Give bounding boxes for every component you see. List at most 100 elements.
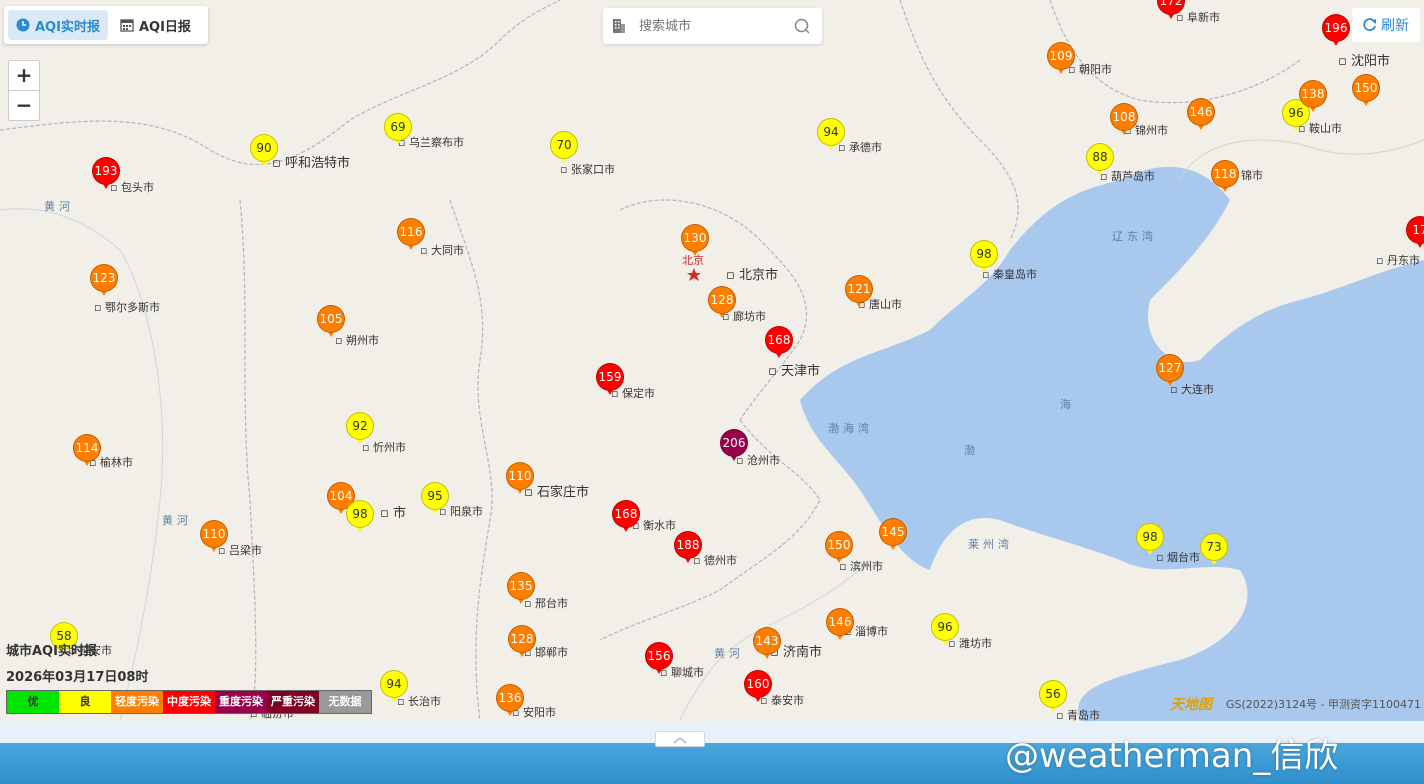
aqi-marker[interactable]: 109 [1047,42,1075,78]
aqi-marker[interactable]: 172 [1157,0,1185,23]
aqi-marker[interactable]: 98 [970,240,998,276]
aqi-marker[interactable]: 95 [421,482,449,518]
aqi-marker[interactable]: 206 [720,429,748,465]
refresh-label: 刷新 [1381,18,1409,34]
aqi-marker[interactable]: 121 [845,275,873,311]
aqi-marker[interactable]: 105 [317,305,345,341]
aqi-value: 130 [681,224,709,252]
aqi-marker[interactable]: 92 [346,412,374,448]
aqi-marker[interactable]: 128 [508,625,536,661]
aqi-value: 128 [508,625,536,653]
aqi-marker[interactable]: 108 [1110,103,1138,139]
aqi-value: 143 [753,627,781,655]
aqi-marker[interactable]: 94 [817,118,845,154]
aqi-marker[interactable]: 116 [397,218,425,254]
city-search [603,8,822,44]
city-label: ▫ 大同市 [420,244,464,257]
map-view[interactable]: 辽东湾 渤海湾渤海莱州湾 黄河 黄河 黄河 ▫ 包头市 ▫ 呼和浩特市 ▫ 乌兰察布市 ▫ 张… [0,0,1424,721]
aqi-marker[interactable]: 196 [1322,14,1350,50]
zoom-control: + − [8,60,40,121]
aqi-value: 110 [200,520,228,548]
aqi-marker[interactable]: 70 [550,131,578,167]
aqi-marker[interactable]: 98 [1136,523,1164,559]
zoom-out-button[interactable]: − [9,90,39,120]
legend-item: 严重污染 [267,691,319,713]
aqi-value: 94 [817,118,845,146]
aqi-value: 160 [744,670,772,698]
aqi-marker[interactable]: 188 [674,531,702,567]
aqi-marker[interactable]: 143 [753,627,781,663]
aqi-marker[interactable]: 136 [496,684,524,720]
aqi-value: 123 [90,264,118,292]
aqi-marker[interactable]: 130 [681,224,709,260]
aqi-marker[interactable]: 118 [1211,160,1239,196]
aqi-value: 98 [1136,523,1164,551]
aqi-marker[interactable]: 150 [825,531,853,567]
legend-item: 中度污染 [163,691,215,713]
aqi-value: 56 [1039,680,1067,708]
chevron-up-icon [673,737,687,744]
building-icon [613,19,625,33]
water-label: 渤 [964,444,979,457]
search-input[interactable] [637,17,781,35]
zoom-in-button[interactable]: + [9,61,39,90]
weibo-watermark: @weatherman_信欣 [1005,736,1339,776]
tab-aqi-realtime[interactable]: AQI实时报 [8,10,108,40]
search-icon[interactable] [794,18,810,34]
tianditu-logo: 天地图 [1170,697,1212,713]
aqi-value: 168 [765,326,793,354]
aqi-marker[interactable]: 114 [73,434,101,470]
aqi-marker[interactable]: 156 [645,642,673,678]
aqi-value: 110 [506,462,534,490]
aqi-marker[interactable]: 94 [380,670,408,706]
aqi-marker[interactable]: 90 [250,134,278,170]
aqi-marker[interactable]: 193 [92,157,120,193]
aqi-marker[interactable]: 96 [931,613,959,649]
aqi-value: 96 [931,613,959,641]
aqi-value: 108 [1110,103,1138,131]
aqi-value: 150 [1352,74,1380,102]
aqi-value: 127 [1156,354,1184,382]
aqi-value: 146 [1187,98,1215,126]
aqi-value: 17 [1406,216,1424,244]
aqi-value: 121 [845,275,873,303]
tab-aqi-realtime-label: AQI实时报 [35,19,100,35]
aqi-marker[interactable]: 98 [346,500,374,536]
aqi-marker[interactable]: 69 [384,113,412,149]
aqi-marker[interactable]: 159 [596,363,624,399]
aqi-marker[interactable]: 138 [1299,80,1327,116]
aqi-marker[interactable]: 135 [507,572,535,608]
aqi-marker[interactable]: 160 [744,670,772,706]
aqi-value: 69 [384,113,412,141]
aqi-marker[interactable]: 17 [1406,216,1424,252]
tab-aqi-daily[interactable]: AQI日报 [112,10,199,40]
aqi-marker[interactable]: 73 [1200,533,1228,569]
aqi-marker[interactable]: 146 [826,608,854,644]
refresh-button[interactable]: 刷新 [1352,8,1420,42]
aqi-marker[interactable]: 150 [1352,74,1380,110]
aqi-marker[interactable]: 168 [765,326,793,362]
legend-item: 重度污染 [215,691,267,713]
aqi-marker[interactable]: 145 [879,518,907,554]
aqi-marker[interactable]: 56 [1039,680,1067,716]
refresh-icon [1363,18,1376,32]
aqi-marker[interactable]: 110 [200,520,228,556]
aqi-value: 114 [73,434,101,462]
aqi-value: 136 [496,684,524,712]
aqi-value: 138 [1299,80,1327,108]
aqi-value: 128 [708,286,736,314]
aqi-marker[interactable]: 127 [1156,354,1184,390]
aqi-marker[interactable]: 110 [506,462,534,498]
water-label: 莱州湾 [968,538,1013,551]
legend-item: 无数据 [319,691,371,713]
panel-toggle-handle[interactable] [655,731,705,747]
copyright-text: GS(2022)3124号 - 甲测资字1100471 [1226,698,1422,711]
aqi-marker[interactable]: 123 [90,264,118,300]
aqi-marker[interactable]: 168 [612,500,640,536]
aqi-marker[interactable]: 128 [708,286,736,322]
aqi-marker[interactable]: 88 [1086,143,1114,179]
water-label: 黄河 [714,647,744,660]
aqi-value: 70 [550,131,578,159]
aqi-value: 98 [970,240,998,268]
aqi-marker[interactable]: 146 [1187,98,1215,134]
